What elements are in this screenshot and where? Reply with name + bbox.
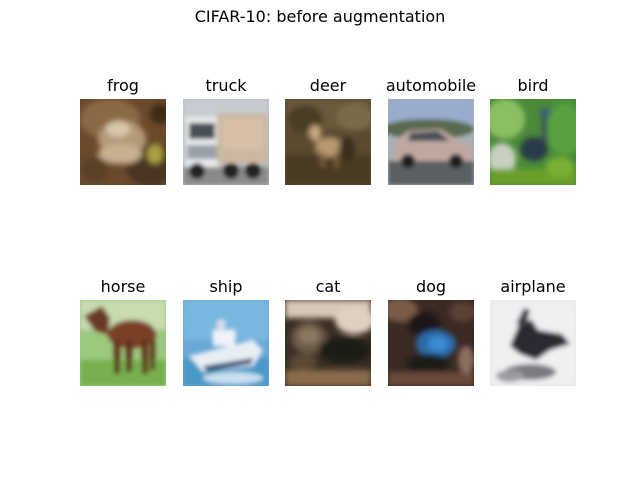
frog-photo bbox=[80, 99, 166, 185]
figure-title: CIFAR-10: before augmentation bbox=[194, 7, 446, 26]
image-label: bird bbox=[517, 76, 549, 95]
deer-photo bbox=[285, 99, 371, 185]
airplane-photo bbox=[490, 300, 576, 386]
bird-photo bbox=[490, 99, 576, 185]
image-label: airplane bbox=[500, 277, 566, 296]
cat-photo bbox=[285, 300, 371, 386]
truck-photo bbox=[183, 99, 269, 185]
horse-photo bbox=[80, 300, 166, 386]
dog-photo bbox=[388, 300, 474, 386]
ship-photo bbox=[183, 300, 269, 386]
automobile-photo bbox=[388, 99, 474, 185]
